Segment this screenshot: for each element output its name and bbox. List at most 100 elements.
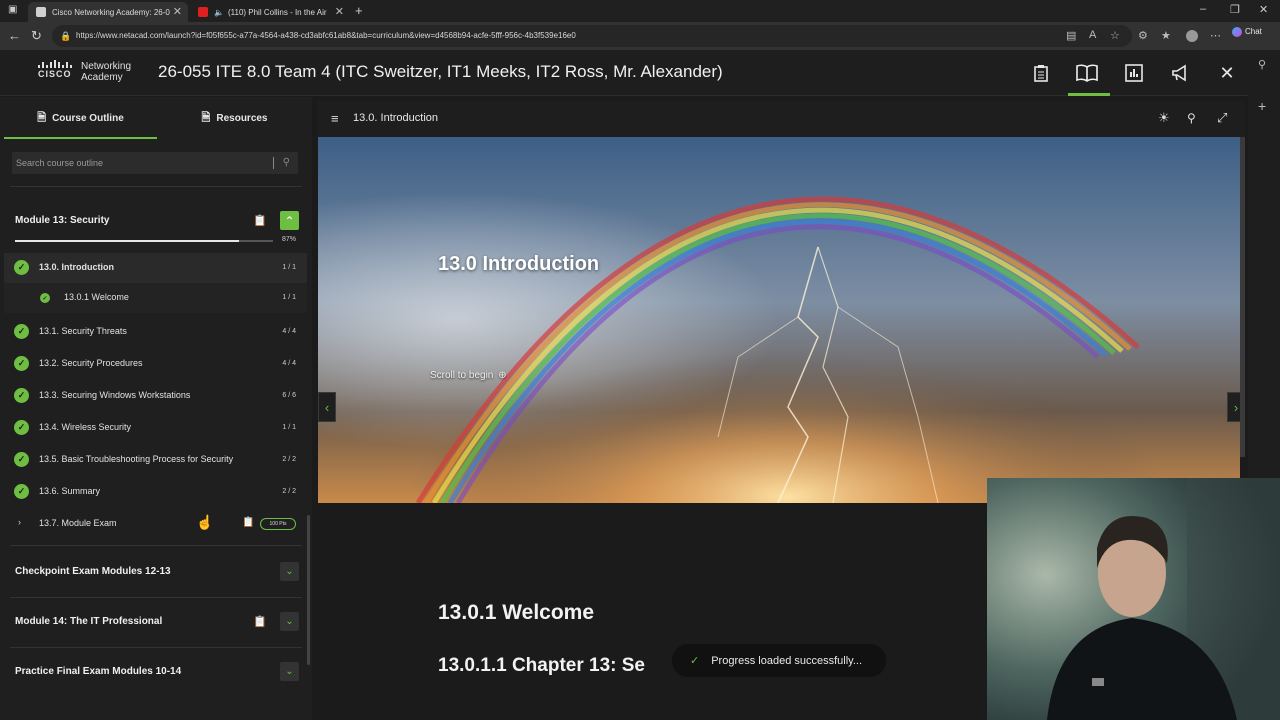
- search-icon[interactable]: ⚲: [283, 152, 290, 174]
- divider: [10, 647, 302, 648]
- previous-page-button[interactable]: ‹: [318, 392, 336, 422]
- chat-label: Chat: [1245, 27, 1262, 37]
- toast-message: Progress loaded successfully...: [711, 654, 863, 667]
- new-tab-icon[interactable]: +: [355, 3, 363, 18]
- speaker-icon[interactable]: 🔈: [214, 8, 224, 17]
- outline-item-count: 1 / 1: [282, 424, 296, 431]
- outline-item-13-5[interactable]: ✓ 13.5. Basic Troubleshooting Process fo…: [4, 445, 307, 475]
- close-tab-icon[interactable]: ✕: [173, 5, 182, 18]
- breadcrumb: 13.0. Introduction: [353, 112, 439, 124]
- announcements-megaphone-icon[interactable]: [1168, 61, 1194, 85]
- open-book-icon[interactable]: [1074, 61, 1100, 85]
- browser-tab-netacad[interactable]: Cisco Networking Academy: 26-0 ✕: [28, 2, 188, 22]
- sidebar-scrollbar[interactable]: [307, 515, 310, 665]
- search-placeholder: Search course outline: [16, 158, 104, 168]
- module-14-title[interactable]: Module 14: The IT Professional: [15, 616, 162, 627]
- expand-practice-final-button[interactable]: ⌄: [280, 662, 299, 681]
- outline-item-13-4[interactable]: ✓ 13.4. Wireless Security 1 / 1: [4, 413, 307, 443]
- app-available-icon[interactable]: ▤: [1066, 29, 1076, 42]
- brightness-icon[interactable]: ☀: [1158, 110, 1170, 126]
- sidebar-add-icon[interactable]: +: [1258, 98, 1266, 114]
- outline-item-13-2[interactable]: ✓ 13.2. Security Procedures 4 / 4: [4, 349, 307, 379]
- divider: [10, 186, 302, 187]
- completed-check-icon: ✓: [14, 452, 29, 467]
- resources-document-icon: 🗎: [201, 111, 211, 124]
- exam-clipboard-icon[interactable]: 📋: [242, 517, 254, 528]
- chevron-right-icon[interactable]: ›: [18, 517, 21, 527]
- course-title: 26-055 ITE 8.0 Team 4 (ITC Sweitzer, IT1…: [158, 62, 723, 81]
- cisco-bars-icon: [38, 60, 72, 68]
- tab-title: (110) Phil Collins - In the Air: [227, 7, 327, 17]
- divider: [10, 597, 302, 598]
- outline-item-count: 4 / 4: [282, 360, 296, 367]
- copilot-chat-button[interactable]: Chat: [1232, 27, 1262, 37]
- outline-item-label: 13.5. Basic Troubleshooting Process for …: [39, 454, 234, 464]
- lock-icon[interactable]: 🔒: [60, 25, 71, 47]
- module-13-progress-fill: [15, 240, 240, 242]
- content-search-icon[interactable]: ⚲: [1187, 111, 1196, 125]
- expand-checkpoint-button[interactable]: ⌄: [280, 562, 299, 581]
- tab-resources-label: Resources: [216, 112, 268, 124]
- refresh-icon[interactable]: ↻: [31, 28, 42, 44]
- completed-check-icon: ✓: [14, 484, 29, 499]
- outline-item-label: 13.0. Introduction: [39, 262, 115, 272]
- favorite-star-icon[interactable]: ☆: [1110, 29, 1120, 42]
- section-title: 13.0.1 Welcome: [438, 601, 595, 624]
- browser-tab-youtube[interactable]: 🔈 (110) Phil Collins - In the Air ✕: [190, 2, 350, 22]
- outline-item-13-0-1[interactable]: ✓ 13.0.1 Welcome 1 / 1: [4, 283, 307, 313]
- collapse-module-13-button[interactable]: ⌃: [280, 211, 299, 230]
- arrow-down-circle-icon: ⊕: [498, 370, 507, 381]
- menu-toggle-icon[interactable]: ≡: [331, 111, 339, 126]
- practice-final-title[interactable]: Practice Final Exam Modules 10-14: [15, 666, 181, 677]
- maximize-icon[interactable]: ❐: [1230, 3, 1240, 16]
- module-13-title[interactable]: Module 13: Security: [15, 215, 109, 226]
- outline-item-label: 13.7. Module Exam: [39, 518, 117, 528]
- logo-bottom-text: Academy: [81, 72, 123, 83]
- url-field[interactable]: 🔒 https://www.netacad.com/launch?id=f05f…: [52, 25, 1132, 47]
- completed-check-icon: ✓: [14, 356, 29, 371]
- grades-chart-icon[interactable]: [1121, 61, 1147, 85]
- expand-module-14-button[interactable]: ⌄: [280, 612, 299, 631]
- close-course-icon[interactable]: ✕: [1214, 61, 1240, 85]
- module-checkpoint-title[interactable]: Checkpoint Exam Modules 12-13: [15, 566, 171, 577]
- outline-item-label: 13.4. Wireless Security: [39, 422, 132, 432]
- active-view-indicator: [1068, 93, 1110, 96]
- outline-item-13-0[interactable]: ✓ 13.0. Introduction 1 / 1: [4, 253, 307, 283]
- favorites-icon[interactable]: ★: [1161, 29, 1171, 42]
- completed-check-icon: ✓: [14, 260, 29, 275]
- search-course-outline-input[interactable]: Search course outline ⚲: [12, 152, 298, 174]
- outline-item-count: 4 / 4: [282, 328, 296, 335]
- content-scrollbar[interactable]: [1240, 137, 1245, 457]
- sidebar-search-icon[interactable]: ⚲: [1258, 58, 1266, 71]
- minimize-icon[interactable]: –: [1200, 3, 1206, 15]
- tab-resources[interactable]: 🗎 Resources: [157, 97, 312, 139]
- logo-top-text: Networking: [81, 61, 132, 72]
- outline-item-13-1[interactable]: ✓ 13.1. Security Threats 4 / 4: [4, 317, 307, 347]
- more-options-icon[interactable]: ⋯: [1210, 29, 1221, 42]
- subsection-title: 13.0.1.1 Chapter 13: Se: [438, 655, 645, 676]
- outline-item-label: 13.1. Security Threats: [39, 326, 127, 336]
- close-tab-icon[interactable]: ✕: [335, 5, 344, 18]
- close-window-icon[interactable]: ✕: [1259, 3, 1268, 16]
- exam-points-badge: 100 Pts: [260, 518, 296, 530]
- mouse-cursor-icon: ☝: [196, 514, 214, 530]
- completed-check-icon: ✓: [14, 420, 29, 435]
- outline-item-13-3[interactable]: ✓ 13.3. Securing Windows Workstations 6 …: [4, 381, 307, 411]
- scroll-to-begin-link[interactable]: Scroll to begin ⊕: [430, 370, 507, 381]
- extensions-icon[interactable]: ⚙: [1138, 29, 1148, 42]
- back-icon[interactable]: ←: [8, 28, 21, 43]
- expand-fullscreen-icon[interactable]: ⤢: [1217, 110, 1227, 126]
- read-aloud-icon[interactable]: A: [1089, 29, 1096, 41]
- outline-item-13-6[interactable]: ✓ 13.6. Summary 2 / 2: [4, 477, 307, 507]
- outline-item-count: 1 / 1: [282, 264, 296, 271]
- module-13-clipboard-icon[interactable]: 📋: [253, 214, 267, 227]
- profile-avatar[interactable]: [1186, 30, 1198, 42]
- tab-course-outline-label: Course Outline: [52, 112, 124, 124]
- clipboard-icon[interactable]: [1028, 61, 1054, 85]
- tab-course-outline[interactable]: 🗎 Course Outline: [4, 97, 157, 139]
- tab-actions-icon[interactable]: ▣: [8, 4, 17, 15]
- module-14-clipboard-icon[interactable]: 📋: [253, 615, 267, 628]
- content-toolbar: ≡ ☀ ⚲ ⤢: [318, 101, 1245, 137]
- completed-check-icon: ✓: [14, 388, 29, 403]
- hero-title: 13.0 Introduction: [438, 253, 600, 275]
